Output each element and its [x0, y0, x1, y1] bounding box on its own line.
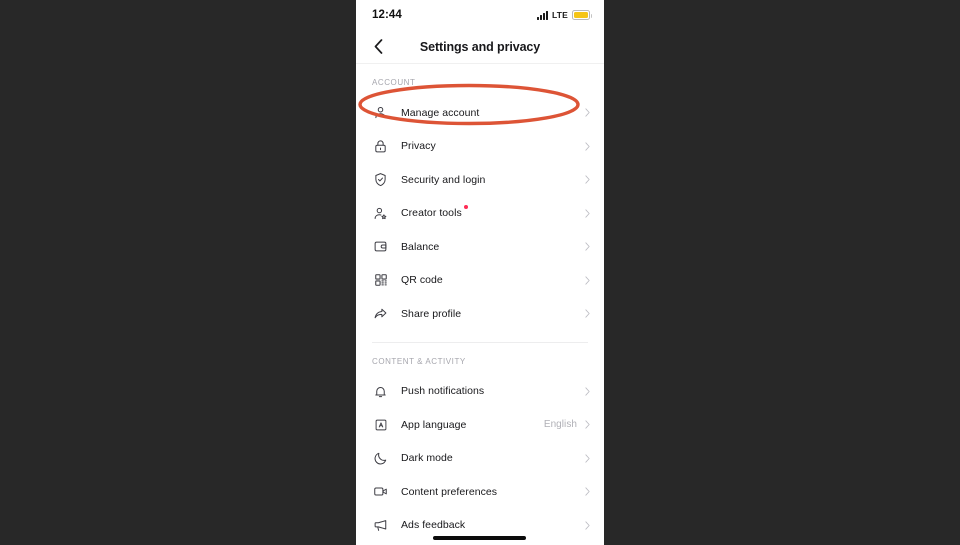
chevron-right-icon — [585, 209, 590, 218]
video-icon — [372, 483, 389, 500]
row-manage-account[interactable]: Manage account — [356, 96, 604, 130]
chevron-right-icon — [585, 521, 590, 530]
section-header-content-activity: CONTENT & ACTIVITY — [372, 356, 466, 366]
wallet-icon — [372, 238, 389, 255]
page-title: Settings and privacy — [419, 39, 541, 54]
row-label: App language — [401, 418, 467, 431]
chevron-left-icon — [374, 39, 382, 54]
notification-badge-dot — [463, 205, 468, 210]
back-button[interactable] — [365, 30, 391, 63]
bell-icon — [372, 383, 389, 400]
status-bar-time: 12:44 — [372, 9, 402, 21]
row-label: Share profile — [401, 307, 462, 320]
share-arrow-icon — [372, 305, 389, 322]
row-label: Security and login — [401, 173, 486, 186]
megaphone-icon — [372, 517, 389, 534]
chevron-right-icon — [585, 242, 590, 251]
lock-icon — [372, 138, 389, 155]
row-share-profile[interactable]: Share profile — [356, 297, 604, 331]
person-icon — [372, 104, 389, 121]
person-star-icon — [372, 205, 389, 222]
row-app-language[interactable]: App language English — [356, 408, 604, 442]
nav-header: Settings and privacy — [356, 30, 604, 64]
row-label: Privacy — [401, 140, 436, 153]
language-icon — [372, 416, 389, 433]
row-content-preferences[interactable]: Content preferences — [356, 475, 604, 509]
battery-icon — [572, 10, 592, 20]
phone-viewport: 12:44 LTE Settings and privacy ACCOUNT M… — [356, 0, 604, 545]
row-label: Content preferences — [401, 485, 498, 498]
row-label: QR code — [401, 274, 443, 287]
chevron-right-icon — [585, 420, 590, 429]
chevron-right-icon — [585, 108, 590, 117]
screenshot-canvas: 12:44 LTE Settings and privacy ACCOUNT M… — [0, 0, 960, 545]
chevron-right-icon — [585, 387, 590, 396]
qr-code-icon — [372, 272, 389, 289]
row-label: Push notifications — [401, 385, 485, 398]
chevron-right-icon — [585, 487, 590, 496]
status-bar: 12:44 LTE — [356, 0, 604, 30]
row-push-notifications[interactable]: Push notifications — [356, 375, 604, 409]
chevron-right-icon — [585, 175, 590, 184]
row-security-and-login[interactable]: Security and login — [356, 163, 604, 197]
chevron-right-icon — [585, 309, 590, 318]
row-label: Ads feedback — [401, 519, 466, 532]
row-label: Balance — [401, 240, 440, 253]
chevron-right-icon — [585, 276, 590, 285]
row-label: Manage account — [401, 106, 480, 119]
row-qr-code[interactable]: QR code — [356, 264, 604, 298]
moon-icon — [372, 450, 389, 467]
settings-list: ACCOUNT Manage account Privacy Security … — [356, 64, 604, 545]
row-value-language: English — [543, 419, 577, 431]
section-header-account: ACCOUNT — [372, 78, 416, 87]
row-label-text: Creator tools — [401, 207, 462, 220]
row-balance[interactable]: Balance — [356, 230, 604, 264]
battery-fill — [574, 12, 588, 18]
row-label: Dark mode — [401, 452, 453, 465]
row-label: Creator tools — [401, 205, 468, 220]
home-indicator-bar — [433, 536, 526, 540]
network-type-label: LTE — [551, 10, 568, 20]
chevron-right-icon — [585, 142, 590, 151]
status-bar-indicators: LTE — [536, 10, 592, 20]
chevron-right-icon — [585, 454, 590, 463]
row-privacy[interactable]: Privacy — [356, 130, 604, 164]
cellular-signal-icon — [536, 10, 548, 20]
row-creator-tools[interactable]: Creator tools — [356, 197, 604, 231]
shield-icon — [372, 171, 389, 188]
row-dark-mode[interactable]: Dark mode — [356, 442, 604, 476]
